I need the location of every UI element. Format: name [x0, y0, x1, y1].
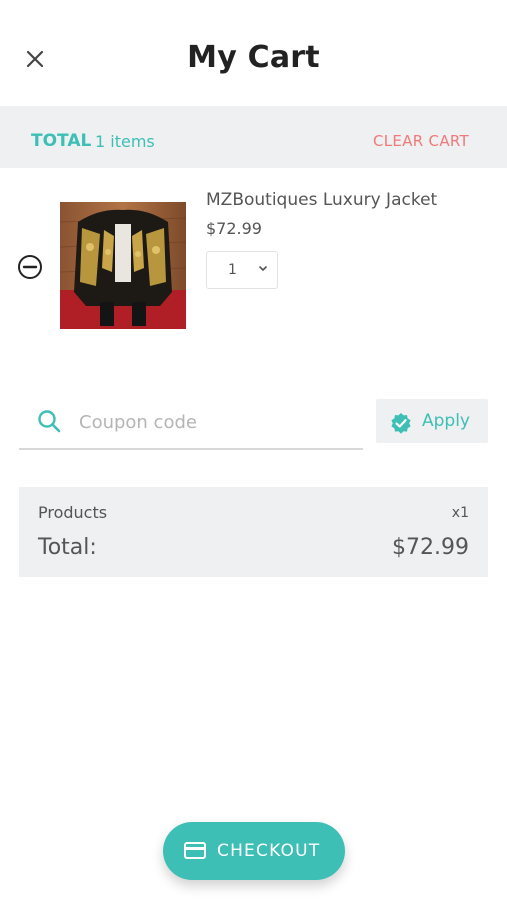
checkout-label: CHECKOUT [217, 841, 321, 861]
product-price: $72.99 [206, 219, 262, 238]
remove-item-button[interactable] [17, 254, 43, 280]
total-value: $72.99 [392, 535, 469, 560]
chevron-down-icon [259, 266, 267, 271]
coupon-input[interactable] [77, 406, 351, 438]
products-label: Products [38, 503, 108, 522]
credit-card-icon [184, 842, 206, 859]
products-quantity: x1 [451, 505, 469, 521]
apply-coupon-button[interactable]: Apply [376, 399, 488, 443]
total-label: Total: [38, 535, 97, 560]
coupon-field [19, 398, 363, 450]
quantity-value: 1 [228, 262, 237, 278]
apply-label: Apply [422, 411, 470, 431]
order-summary: Products x1 Total: $72.99 [19, 487, 488, 577]
search-icon [38, 410, 61, 433]
remove-circle-icon [18, 255, 42, 279]
page-title: My Cart [187, 40, 320, 75]
clear-cart-button[interactable]: CLEAR CART [373, 132, 469, 150]
product-name: MZBoutiques Luxury Jacket [206, 190, 438, 210]
checkout-button[interactable]: CHECKOUT [163, 822, 345, 880]
items-count: 1 items [95, 132, 155, 151]
verified-badge-icon [391, 413, 411, 434]
product-photo [60, 202, 186, 329]
total-label: TOTAL [31, 131, 92, 151]
quantity-select[interactable]: 1 [206, 251, 278, 289]
product-image[interactable] [60, 202, 186, 329]
app-header: My Cart [0, 0, 507, 106]
